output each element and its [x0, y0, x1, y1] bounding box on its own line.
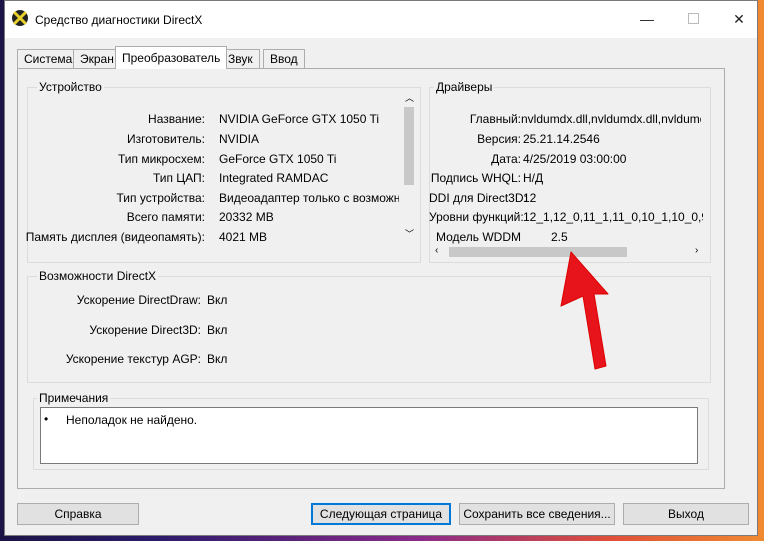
scroll-right-icon[interactable]: ›: [695, 245, 698, 256]
tab-render[interactable]: Преобразователь: [115, 46, 228, 69]
device-name-label: Название:: [148, 112, 205, 126]
arrow-shape: [560, 251, 609, 370]
tab-display[interactable]: Экран: [73, 49, 121, 68]
minimize-icon[interactable]: —: [637, 9, 657, 29]
directdraw-value: Вкл: [207, 293, 228, 307]
total-memory-label: Всего памяти:: [126, 210, 205, 224]
chip-type-value: GeForce GTX 1050 Ti: [219, 152, 337, 166]
agp-value: Вкл: [207, 352, 228, 366]
wddm-label: Модель WDDM: [435, 230, 521, 244]
agp-label: Ускорение текстур AGP:: [65, 352, 201, 366]
scroll-left-icon[interactable]: ‹: [435, 245, 438, 256]
notes-group-title: Примечания: [37, 391, 111, 405]
maximize-icon[interactable]: [683, 9, 703, 29]
device-group-title: Устройство: [37, 80, 104, 94]
whql-label: Подпись WHQL:: [430, 171, 521, 185]
driver-version-value: 25.21.14.2546: [523, 132, 600, 146]
chip-type-label: Тип микросхем:: [117, 152, 205, 166]
driver-main-value: nvldumdx.dll,nvldumdx.dll,nvldumdx.d: [521, 112, 701, 126]
driver-date-label: Дата:: [491, 152, 521, 166]
driver-version-label: Версия:: [477, 132, 521, 146]
red-arrow-annotation: [560, 251, 609, 370]
notes-bullet: •: [44, 412, 49, 426]
tab-input[interactable]: Ввод: [263, 49, 305, 68]
manufacturer-label: Изготовитель:: [127, 132, 205, 146]
title-bar[interactable]: Средство диагностики DirectX — ✕: [5, 1, 757, 38]
wddm-value: 2.5: [551, 230, 568, 244]
device-scroll-thumb[interactable]: [404, 107, 414, 185]
ddi-value: 12: [523, 191, 537, 205]
exit-button[interactable]: Выход: [623, 503, 749, 525]
display-memory-label: Память дисплея (видеопамять):: [25, 230, 205, 244]
notes-textarea[interactable]: • Неполадок не найдено.: [40, 407, 698, 464]
device-name-value: NVIDIA GeForce GTX 1050 Ti: [219, 112, 380, 126]
drivers-group-title: Драйверы: [434, 80, 495, 94]
feature-levels-label: Уровни функций:: [429, 210, 524, 224]
tab-system[interactable]: Система: [17, 49, 80, 68]
notes-text: Неполадок не найдено.: [66, 413, 198, 427]
direct3d-value: Вкл: [207, 323, 228, 337]
scroll-down-icon[interactable]: ﹀: [405, 227, 414, 240]
scroll-up-icon[interactable]: ︿: [405, 91, 414, 104]
whql-value: Н/Д: [523, 171, 544, 185]
ddi-label: DDI для Direct3D:: [429, 191, 527, 205]
close-icon[interactable]: ✕: [729, 9, 749, 29]
driver-date-value: 4/25/2019 03:00:00: [523, 152, 627, 166]
device-scrollbar[interactable]: ︿ ﹀: [401, 91, 417, 241]
direct3d-label: Ускорение Direct3D:: [89, 323, 201, 337]
features-group-title: Возможности DirectX: [37, 269, 159, 283]
save-all-button[interactable]: Сохранить все сведения...: [459, 503, 615, 525]
help-button[interactable]: Справка: [17, 503, 139, 525]
directx-icon: [12, 10, 28, 26]
next-page-button[interactable]: Следующая страница: [311, 503, 451, 525]
feature-levels-value: 12_1,12_0,11_1,11_0,10_1,10_0,9_3: [523, 210, 703, 224]
device-type-label: Тип устройства:: [116, 191, 206, 205]
display-memory-value: 4021 MB: [219, 230, 268, 244]
dac-type-label: Тип ЦАП:: [152, 171, 205, 185]
window-title: Средство диагностики DirectX: [35, 13, 203, 27]
total-memory-value: 20332 MB: [219, 210, 274, 224]
directdraw-label: Ускорение DirectDraw:: [76, 293, 201, 307]
device-type-value: Видеоадаптер только с возможно: [219, 191, 399, 205]
driver-main-label: Главный:: [469, 112, 521, 126]
dxdiag-window: Средство диагностики DirectX — ✕ Система…: [4, 0, 758, 536]
manufacturer-value: NVIDIA: [219, 132, 260, 146]
dac-type-value: Integrated RAMDAC: [219, 171, 329, 185]
